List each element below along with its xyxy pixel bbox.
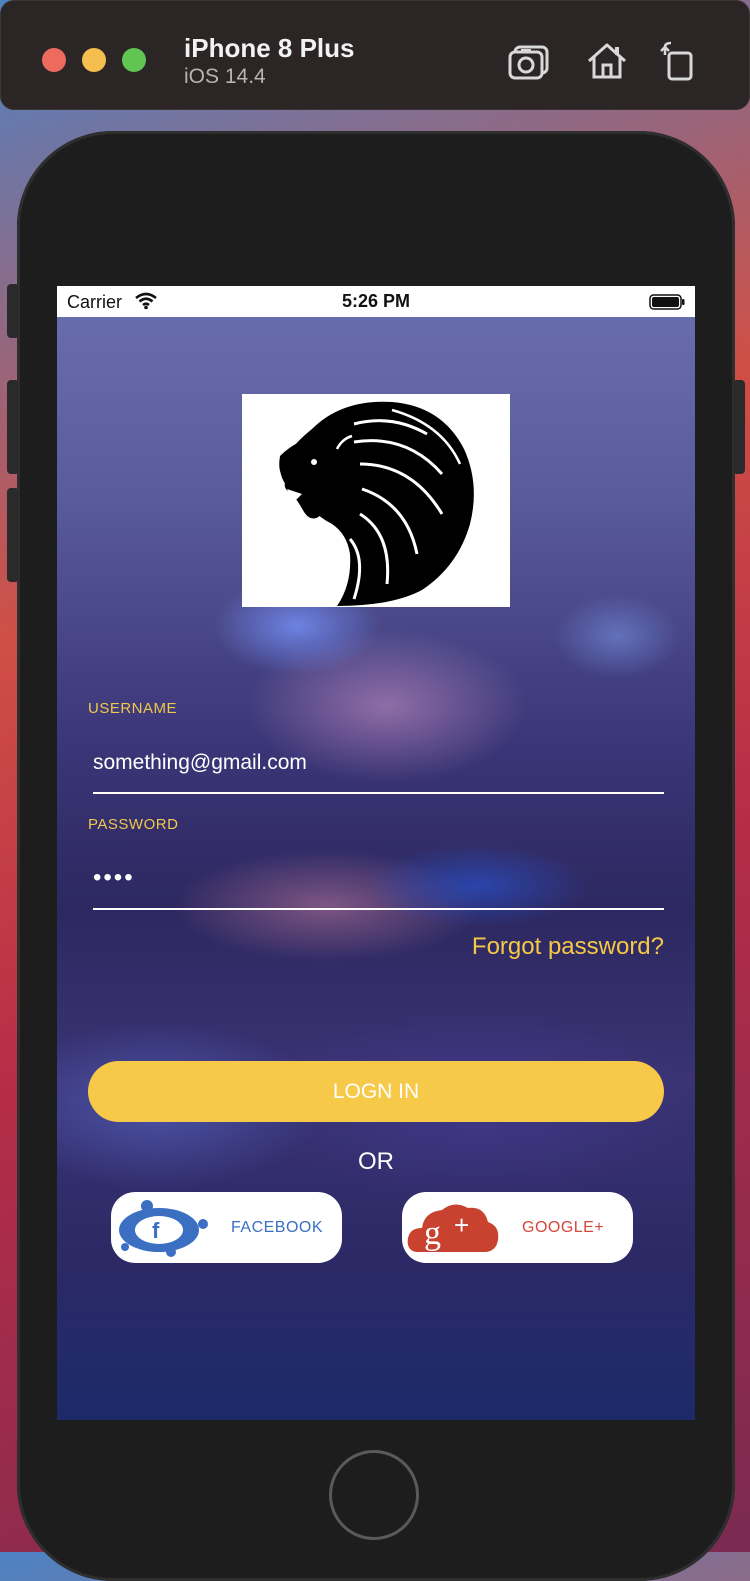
password-underline (93, 908, 664, 910)
app-screen: Carrier 5:26 PM USERNAME something@gmail… (57, 286, 695, 1420)
minimize-window-button[interactable] (82, 48, 106, 72)
home-button[interactable] (329, 1450, 419, 1540)
username-underline (93, 792, 664, 794)
close-window-button[interactable] (42, 48, 66, 72)
forgot-password-link[interactable]: Forgot password? (472, 933, 664, 961)
or-divider: OR (358, 1148, 394, 1175)
password-label: PASSWORD (88, 816, 179, 833)
rotate-icon[interactable] (657, 41, 701, 81)
volume-down-button (7, 488, 19, 582)
facebook-label: FACEBOOK (231, 1218, 324, 1236)
screenshot-icon[interactable] (507, 41, 551, 81)
password-input[interactable]: •••• (93, 864, 135, 892)
simulator-titlebar: iPhone 8 Plus iOS 14.4 (0, 0, 750, 110)
facebook-cloud-icon: f (119, 1200, 208, 1257)
login-button-label: LOGN IN (332, 1079, 420, 1103)
svg-text:+: + (454, 1210, 469, 1240)
svg-text:g: g (424, 1215, 441, 1252)
device-name: iPhone 8 Plus (184, 33, 355, 63)
power-button (733, 380, 745, 474)
username-label: USERNAME (88, 700, 178, 717)
mute-switch (7, 284, 19, 338)
lion-logo-icon (279, 401, 474, 606)
zoom-window-button[interactable] (122, 48, 146, 72)
lion-logo (242, 394, 510, 607)
volume-up-button (7, 380, 19, 474)
google-plus-login-button[interactable]: g + GOOGLE+ (402, 1192, 633, 1263)
google-plus-cloud-icon: g + (407, 1204, 499, 1252)
device-os-version: iOS 14.4 (184, 65, 266, 88)
username-input[interactable]: something@gmail.com (93, 751, 307, 775)
google-plus-label: GOOGLE+ (522, 1218, 605, 1236)
facebook-login-button[interactable]: f FACEBOOK (111, 1192, 342, 1263)
svg-text:f: f (152, 1218, 160, 1243)
status-time: 5:26 PM (341, 291, 411, 311)
login-button[interactable]: LOGN IN (88, 1061, 664, 1122)
battery-icon (649, 294, 685, 310)
status-bar: Carrier 5:26 PM (57, 286, 695, 317)
home-icon[interactable] (585, 41, 629, 81)
